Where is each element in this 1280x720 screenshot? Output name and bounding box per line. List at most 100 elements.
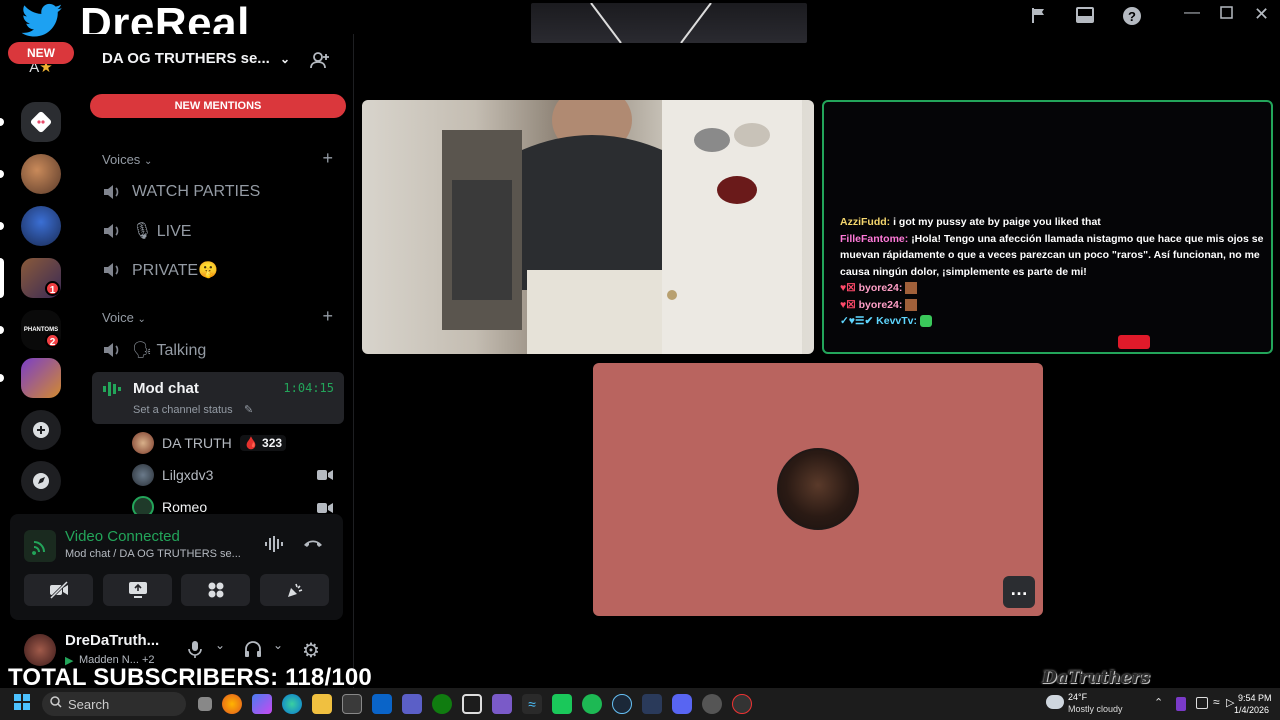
wifi-icon[interactable]: ≈ xyxy=(1213,695,1220,709)
connection-status[interactable]: Video Connected xyxy=(65,528,180,545)
rail-pip xyxy=(0,170,4,178)
teams-icon[interactable] xyxy=(402,694,422,714)
app-icon[interactable]: ≈ xyxy=(522,694,542,714)
firefox-icon[interactable] xyxy=(222,694,242,714)
discord-taskbar-icon[interactable] xyxy=(672,694,692,714)
help-icon[interactable]: ? xyxy=(1122,6,1142,31)
voice-member[interactable]: Lilgxdv3 xyxy=(132,464,213,486)
inbox-icon[interactable] xyxy=(1075,6,1095,29)
activities-button[interactable] xyxy=(181,574,250,606)
clock-date[interactable]: 1/4/2026 xyxy=(1234,705,1269,715)
server-name-header[interactable]: DA OG TRUTHERS se... ⌄ xyxy=(102,50,290,67)
voice-member[interactable]: DA TRUTH 🩸 323 xyxy=(132,432,287,454)
channel-name: Mod chat xyxy=(133,380,199,397)
chevron-up-icon[interactable]: ⌃ xyxy=(1154,696,1163,709)
member-streak: 🩸 323 xyxy=(239,435,287,451)
video-tile-avatar[interactable]: … xyxy=(593,363,1043,616)
server-avatar-4[interactable] xyxy=(21,358,61,398)
close-icon[interactable]: ✕ xyxy=(1254,4,1269,25)
channel-live[interactable]: 🎙 LIVE xyxy=(102,221,191,241)
maximize-icon[interactable] xyxy=(1220,6,1234,25)
rail-pip xyxy=(0,118,4,126)
channel-talking[interactable]: 🗣 Talking xyxy=(102,340,206,360)
chevron-down-icon: ⌄ xyxy=(279,52,291,66)
notes-icon[interactable] xyxy=(492,694,512,714)
stream-preview-top xyxy=(531,3,807,43)
channel-watch-parties[interactable]: WATCH PARTIES xyxy=(102,182,260,202)
server-avatar-1[interactable] xyxy=(21,154,61,194)
flag-icon[interactable] xyxy=(1030,6,1048,29)
chat-badges: ♥☒ xyxy=(840,298,859,311)
pencil-icon[interactable]: ✎ xyxy=(244,403,253,416)
new-mentions-button[interactable]: NEW MENTIONS xyxy=(90,94,346,118)
channel-private[interactable]: PRIVATE🤫 xyxy=(102,260,218,280)
connection-location[interactable]: Mod chat / DA OG TRUTHERS se... xyxy=(65,548,241,560)
video-tile-camera[interactable] xyxy=(362,100,814,354)
app-icon[interactable] xyxy=(732,694,752,714)
app-icon[interactable] xyxy=(552,694,572,714)
disconnect-icon[interactable] xyxy=(302,536,324,555)
rail-pip-selected xyxy=(0,258,4,298)
channel-label: 🎙 LIVE xyxy=(132,223,192,240)
clock-time[interactable]: 9:54 PM xyxy=(1238,693,1272,703)
emote-icon xyxy=(905,282,918,295)
minimize-icon[interactable]: — xyxy=(1184,4,1200,22)
avatar xyxy=(132,432,154,454)
app-icon[interactable] xyxy=(252,694,272,714)
server-name: DA OG TRUTHERS se... xyxy=(102,50,270,67)
camera-off-button[interactable] xyxy=(24,574,93,606)
member-name: Romeo xyxy=(162,499,208,515)
share-screen-button[interactable] xyxy=(103,574,172,606)
steam-icon[interactable] xyxy=(612,694,632,714)
headphones-icon[interactable] xyxy=(244,640,262,663)
member-name: Lilgxdv3 xyxy=(162,467,214,483)
category-label: Voices xyxy=(102,152,141,167)
settings-icon[interactable] xyxy=(702,694,722,714)
server-avatar-2[interactable] xyxy=(21,206,61,246)
tray-app-icon[interactable] xyxy=(1196,697,1208,709)
chat-badges: ♥☒ xyxy=(840,282,859,294)
task-view-icon[interactable] xyxy=(198,697,212,711)
soundboard-button[interactable] xyxy=(260,574,329,606)
member-name: DA TRUTH xyxy=(162,435,232,451)
noise-suppression-icon[interactable] xyxy=(264,536,286,557)
microphone-icon[interactable] xyxy=(188,640,202,663)
avatar[interactable] xyxy=(24,634,56,666)
chat-user: byore24: xyxy=(858,298,903,311)
app-icon[interactable] xyxy=(642,694,662,714)
video-tile-stream[interactable]: AzziFudd: i got my pussy ate by paige yo… xyxy=(822,100,1273,354)
channel-status-text[interactable]: Set a channel status xyxy=(133,404,233,416)
invite-user-icon[interactable] xyxy=(310,50,330,75)
category-voice[interactable]: Voice ⌄ xyxy=(102,310,146,325)
gear-icon[interactable]: ⚙ xyxy=(302,638,320,663)
chat-message: i got my pussy ate by paige you liked th… xyxy=(893,216,1101,228)
chevron-down-icon[interactable]: ⌄ xyxy=(215,638,225,652)
add-server-button[interactable] xyxy=(21,410,61,450)
windows-start-icon[interactable] xyxy=(14,693,30,715)
weather-temp[interactable]: 24°F xyxy=(1068,692,1087,702)
store-icon[interactable] xyxy=(342,694,362,714)
chat-user: KevvTv: xyxy=(876,315,918,327)
weather-desc[interactable]: Mostly cloudy xyxy=(1068,704,1123,714)
category-voices[interactable]: Voices ⌄ xyxy=(102,152,152,167)
discover-button[interactable] xyxy=(21,461,61,501)
channel-label: WATCH PARTIES xyxy=(132,183,261,200)
add-channel-icon[interactable]: + xyxy=(322,148,333,169)
chevron-down-icon[interactable]: ⌄ xyxy=(273,638,283,652)
edge-icon[interactable] xyxy=(282,694,302,714)
spotify-icon[interactable] xyxy=(582,694,602,714)
more-options-button[interactable]: … xyxy=(1003,576,1035,608)
taskbar-search[interactable]: Search xyxy=(42,692,186,716)
add-channel-icon[interactable]: + xyxy=(322,306,333,327)
user-name[interactable]: DreDaTruth... xyxy=(65,632,159,649)
camera-scene xyxy=(442,100,802,354)
channel-mod-chat[interactable]: Mod chat 1:04:15 Set a channel status ✎ xyxy=(92,372,344,424)
chat-line: ✓♥☰✔ KevvTv: xyxy=(840,313,1268,330)
server-discord-home[interactable] xyxy=(21,102,61,142)
file-explorer-icon[interactable] xyxy=(312,694,332,714)
call-timer: 1:04:15 xyxy=(283,381,334,395)
xbox-app-icon[interactable] xyxy=(432,694,452,714)
tray-app-icon[interactable] xyxy=(1176,697,1186,711)
outlook-icon[interactable] xyxy=(372,694,392,714)
photos-icon[interactable] xyxy=(462,694,482,714)
